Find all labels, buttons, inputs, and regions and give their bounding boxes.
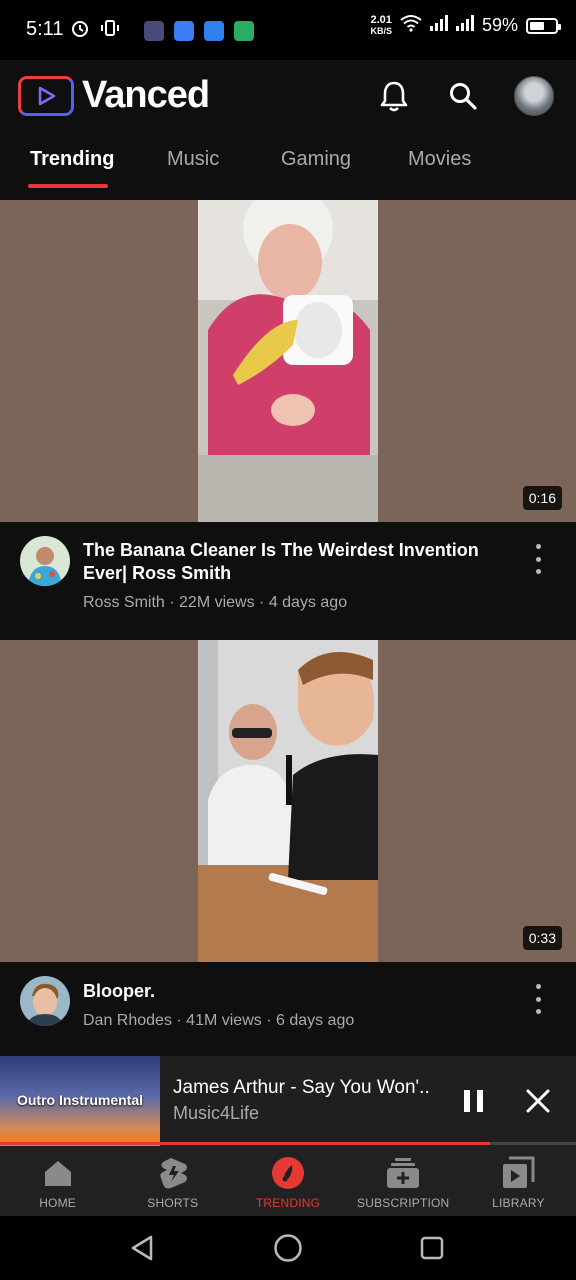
mini-player-channel: Music4Life xyxy=(173,1103,260,1123)
messenger-notif-icon xyxy=(174,20,194,41)
channel-avatar[interactable] xyxy=(20,976,70,1026)
system-recents-button[interactable] xyxy=(416,1232,448,1264)
tab-movies[interactable]: Movies xyxy=(408,148,471,171)
battery-icon xyxy=(526,17,561,34)
status-notification-icons xyxy=(70,18,254,43)
system-home-button[interactable] xyxy=(272,1232,304,1264)
video-title[interactable]: The Banana Cleaner Is The Weirdest Inven… xyxy=(83,539,503,585)
search-button[interactable] xyxy=(441,74,485,118)
pause-button[interactable] xyxy=(452,1079,496,1123)
channel-avatar[interactable] xyxy=(20,536,70,586)
trending-icon xyxy=(271,1156,305,1190)
mini-player-title[interactable]: James Arthur - Say You Won'.. xyxy=(173,1077,430,1099)
account-button[interactable] xyxy=(512,74,556,118)
shorts-icon xyxy=(156,1156,190,1190)
status-bar: 5:11 2.01 KB/S 59% xyxy=(0,0,576,60)
video-subtitle: Ross Smith · 22M views · 4 days ago xyxy=(83,594,348,611)
nav-subscription[interactable]: SUBSCRIPTION xyxy=(346,1146,461,1216)
video-meta[interactable]: The Banana Cleaner Is The Weirdest Inven… xyxy=(0,522,576,640)
upload-age: 6 days ago xyxy=(275,1012,355,1029)
thumbnail-image xyxy=(198,200,378,522)
battery-level-fill xyxy=(530,21,545,30)
subscription-icon xyxy=(386,1156,420,1190)
wifi-icon xyxy=(400,14,422,37)
close-button[interactable] xyxy=(516,1079,560,1123)
vibrate-icon xyxy=(100,18,120,43)
vanced-logo-icon xyxy=(18,75,74,116)
nav-library-label: LIBRARY xyxy=(492,1196,545,1210)
avatar xyxy=(514,76,554,116)
close-icon xyxy=(526,1089,550,1113)
nav-trending[interactable]: TRENDING xyxy=(230,1146,345,1216)
nav-trending-label: TRENDING xyxy=(255,1196,321,1210)
bell-icon xyxy=(380,81,408,112)
channel-name: Ross Smith xyxy=(83,594,165,611)
pause-icon xyxy=(464,1090,483,1112)
tab-music[interactable]: Music xyxy=(167,148,219,171)
app-logo[interactable]: Vanced xyxy=(18,74,210,117)
system-navigation-bar xyxy=(0,1216,576,1280)
thumbnail-image xyxy=(198,640,378,962)
app-notif-icon xyxy=(204,20,224,41)
recents-icon xyxy=(420,1236,444,1260)
video-title[interactable]: Blooper. xyxy=(83,980,503,1003)
mini-player-progress xyxy=(0,1142,576,1145)
tab-gaming[interactable]: Gaming xyxy=(281,148,351,171)
mini-player-artwork[interactable]: Outro Instrumental xyxy=(0,1056,160,1146)
library-icon xyxy=(501,1156,535,1190)
status-time: 5:11 xyxy=(26,18,64,40)
channel-name: Dan Rhodes xyxy=(83,1012,172,1029)
video-duration: 0:16 xyxy=(522,486,562,510)
video-duration: 0:33 xyxy=(522,926,562,950)
nav-library[interactable]: LIBRARY xyxy=(461,1146,576,1216)
app-name: Vanced xyxy=(82,74,210,116)
video-thumbnail[interactable]: 0:33 xyxy=(0,640,576,962)
search-icon xyxy=(450,83,477,110)
tab-trending[interactable]: Trending xyxy=(30,148,114,171)
nav-subscription-label: SUBSCRIPTION xyxy=(357,1196,450,1210)
video-subtitle: Dan Rhodes · 41M views · 6 days ago xyxy=(83,1012,355,1029)
youtube-notif-icon xyxy=(144,20,164,41)
bottom-navigation: HOME SHORTS TRENDING SUBSCRIPTION LIBRAR… xyxy=(0,1146,576,1216)
status-right: 2.01 KB/S 59% xyxy=(370,13,561,37)
more-options-button[interactable] xyxy=(528,984,548,1014)
nav-shorts-label: SHORTS xyxy=(147,1196,199,1210)
battery-percent: 59% xyxy=(481,15,518,35)
upload-age: 4 days ago xyxy=(268,594,348,611)
signal-icon xyxy=(429,15,448,36)
security-notif-icon xyxy=(234,20,254,41)
video-meta[interactable]: Blooper. Dan Rhodes · 41M views · 6 days… xyxy=(0,962,576,1056)
circle-home-icon xyxy=(274,1234,302,1262)
signal-icon-2 xyxy=(455,15,474,36)
nav-shorts[interactable]: SHORTS xyxy=(115,1146,230,1216)
app-header: Vanced xyxy=(0,60,576,132)
active-tab-indicator xyxy=(28,184,108,188)
back-icon xyxy=(131,1235,153,1261)
artwork-text: Outro Instrumental xyxy=(16,1092,143,1108)
network-speed: 2.01 KB/S xyxy=(370,13,392,36)
nav-home[interactable]: HOME xyxy=(0,1146,115,1216)
nav-home-label: HOME xyxy=(39,1196,76,1210)
video-thumbnail[interactable]: 0:16 xyxy=(0,200,576,522)
system-back-button[interactable] xyxy=(126,1232,158,1264)
alarm-icon xyxy=(70,18,90,43)
category-tabs: Trending Music Gaming Movies xyxy=(0,132,576,200)
mini-player-progress-fill xyxy=(0,1142,490,1145)
mini-player[interactable]: Outro Instrumental James Arthur - Say Yo… xyxy=(0,1056,576,1146)
view-count: 41M views xyxy=(186,1012,262,1029)
home-icon xyxy=(41,1156,75,1190)
notifications-button[interactable] xyxy=(372,74,416,118)
view-count: 22M views xyxy=(179,594,255,611)
more-options-button[interactable] xyxy=(528,544,548,574)
